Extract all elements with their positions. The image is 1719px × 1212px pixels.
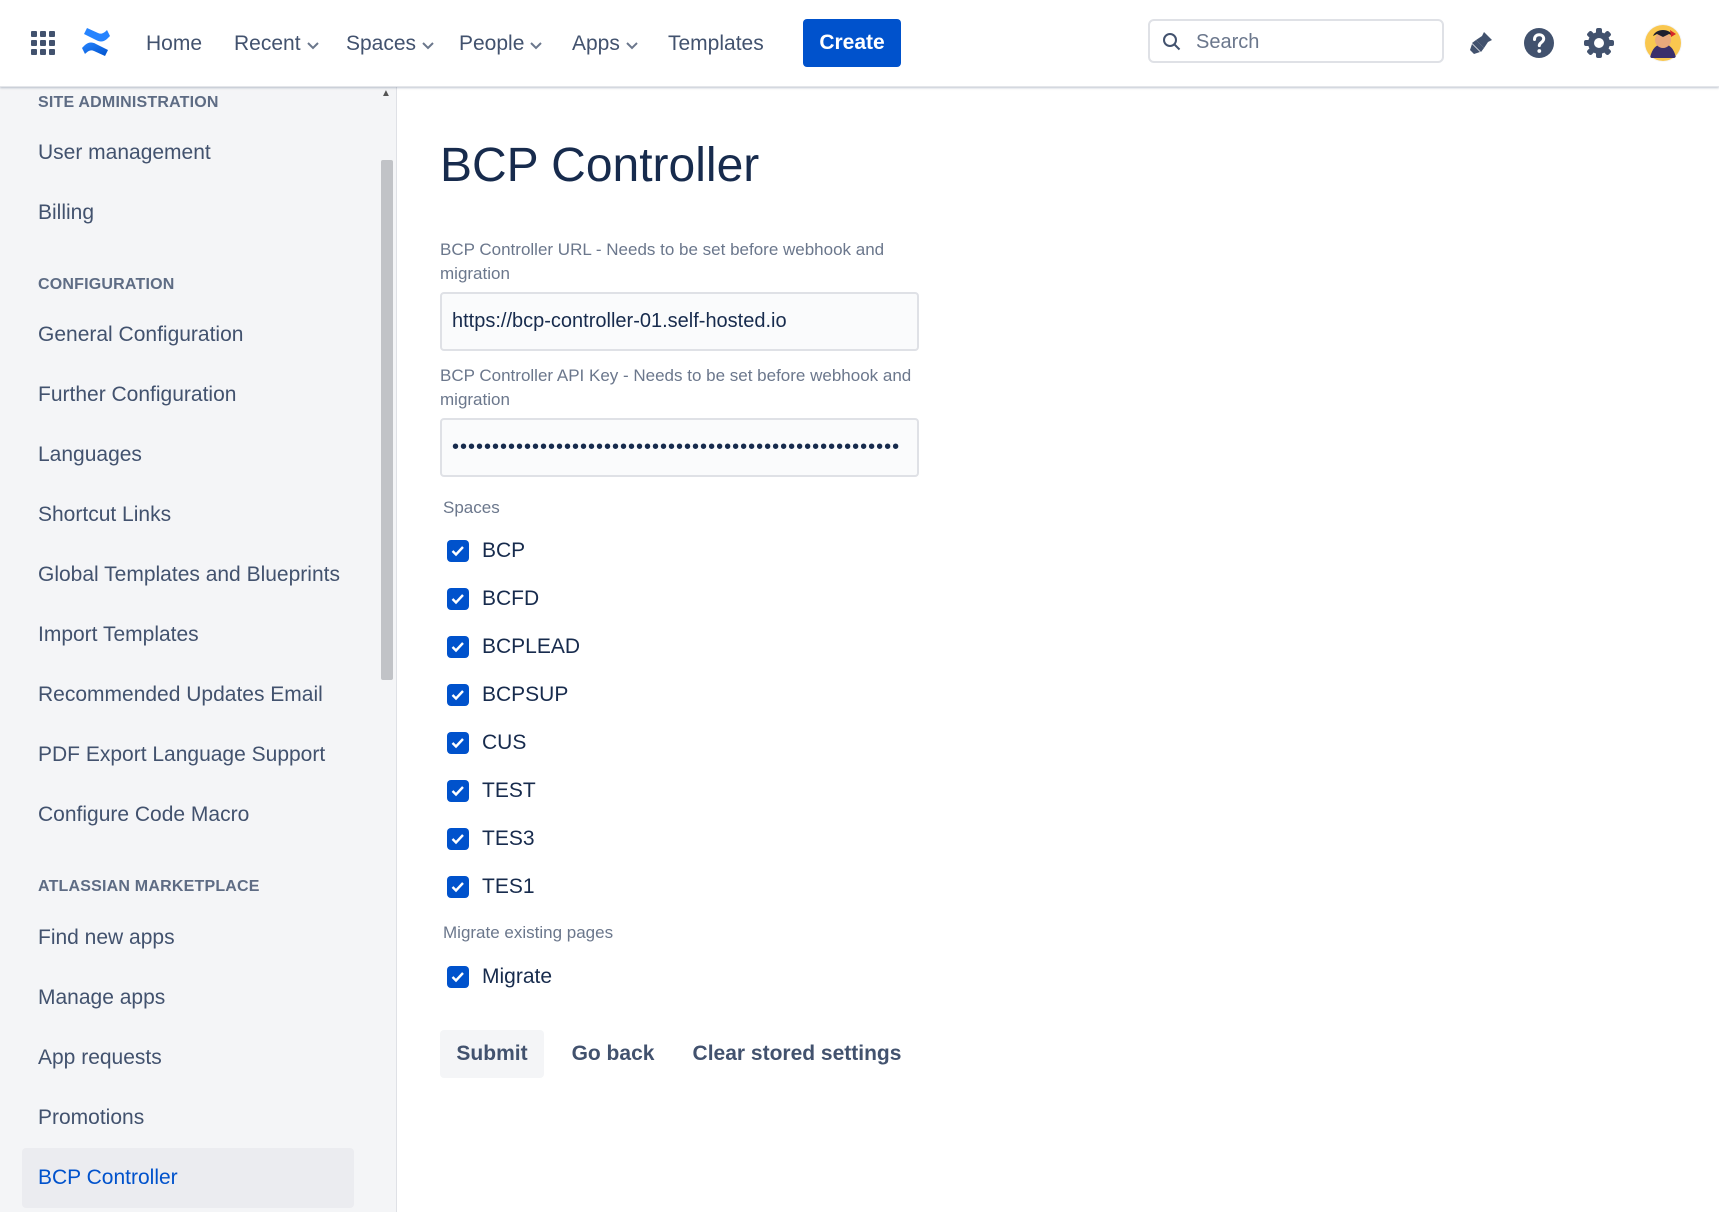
sidebar-item-configure-code-macro[interactable]: Configure Code Macro [22, 785, 354, 845]
create-button[interactable]: Create [803, 19, 901, 67]
sidebar-item-user-management[interactable]: User management [22, 123, 354, 183]
nav-apps-dropdown[interactable]: Apps [572, 30, 638, 58]
sidebar-item-languages[interactable]: Languages [22, 425, 354, 485]
sidebar-heading-atlassian-marketplace: ATLASSIAN MARKETPLACE [38, 878, 260, 895]
nav-people-label: People [459, 32, 525, 55]
notifications-icon[interactable] [1464, 26, 1498, 60]
nav-templates[interactable]: Templates [668, 30, 764, 58]
checkbox-checked-icon[interactable] [447, 684, 469, 706]
sidebar-item-general-configuration[interactable]: General Configuration [22, 305, 354, 365]
nav-home-label: Home [146, 32, 203, 55]
checkbox-checked-icon[interactable] [447, 966, 469, 988]
nav-people-dropdown[interactable]: People [459, 30, 543, 58]
sidebar-item-bcp-controller[interactable]: BCP Controller [22, 1148, 354, 1208]
chevron-down-icon [306, 30, 319, 58]
chevron-down-icon [530, 30, 543, 58]
sidebar-item-recommended-updates-email[interactable]: Recommended Updates Email [22, 665, 354, 725]
sidebar-item-app-requests[interactable]: App requests [22, 1028, 354, 1088]
sidebar-item-manage-apps[interactable]: Manage apps [22, 968, 354, 1028]
sidebar-item-find-new-apps[interactable]: Find new apps [22, 908, 354, 968]
nav-recent-label: Recent [234, 32, 301, 55]
search-icon [1163, 33, 1181, 51]
migrate-option-label: Migrate [482, 965, 553, 988]
bcp-controller-api-key-input[interactable] [440, 418, 919, 477]
sidebar-item-shortcut-links[interactable]: Shortcut Links [22, 485, 354, 545]
sidebar-item-import-templates[interactable]: Import Templates [22, 605, 354, 665]
nav-recent-dropdown[interactable]: Recent [234, 30, 319, 58]
space-label: TES3 [482, 827, 535, 850]
chevron-down-icon [422, 30, 434, 58]
sidebar-heading-configuration: CONFIGURATION [38, 276, 175, 293]
checkbox-checked-icon[interactable] [447, 780, 469, 802]
nav-spaces-label: Spaces [346, 32, 417, 55]
sidebar-scrollbar-thumb[interactable] [381, 160, 393, 680]
app-switcher-icon[interactable] [30, 30, 56, 56]
checkbox-checked-icon[interactable] [447, 540, 469, 562]
space-label: TEST [482, 779, 536, 802]
sidebar-item-promotions[interactable]: Promotions [22, 1088, 354, 1148]
checkbox-checked-icon[interactable] [447, 828, 469, 850]
nav-apps-label: Apps [572, 32, 620, 55]
api-key-field-label: BCP Controller API Key - Needs to be set… [440, 366, 912, 409]
settings-icon[interactable] [1582, 26, 1616, 60]
sidebar-item-global-templates[interactable]: Global Templates and Blueprints [22, 545, 354, 605]
spaces-label: Spaces [443, 498, 500, 517]
space-label: BCFD [482, 587, 540, 610]
nav-spaces-dropdown[interactable]: Spaces [346, 30, 434, 58]
sidebar-item-further-configuration[interactable]: Further Configuration [22, 365, 354, 425]
checkbox-checked-icon[interactable] [447, 876, 469, 898]
search-input[interactable] [1194, 27, 1428, 57]
space-label: BCPSUP [482, 683, 569, 706]
migrate-existing-pages-label: Migrate existing pages [443, 923, 614, 942]
checkbox-checked-icon[interactable] [447, 636, 469, 658]
submit-button[interactable]: Submit [440, 1030, 544, 1078]
sidebar-item-billing[interactable]: Billing [22, 183, 354, 243]
checkbox-checked-icon[interactable] [447, 732, 469, 754]
help-icon[interactable] [1522, 26, 1556, 60]
chevron-down-icon [626, 30, 638, 58]
space-label: TES1 [482, 875, 535, 898]
nav-home[interactable]: Home [146, 30, 202, 58]
scroll-up-arrow-icon[interactable]: ▲ [381, 88, 391, 99]
space-label: BCP [482, 539, 526, 562]
sidebar-divider [396, 86, 397, 1212]
sidebar-item-pdf-export-language[interactable]: PDF Export Language Support [22, 725, 354, 785]
checkbox-checked-icon[interactable] [447, 588, 469, 610]
sidebar-heading-site-administration: SITE ADMINISTRATION [38, 94, 219, 111]
page-title: BCP Controller [440, 139, 760, 192]
bcp-controller-url-input[interactable] [440, 292, 919, 351]
confluence-logo[interactable] [80, 26, 112, 58]
nav-templates-label: Templates [668, 32, 764, 55]
clear-stored-settings-button[interactable]: Clear stored settings [690, 1030, 904, 1078]
space-label: BCPLEAD [482, 635, 581, 658]
go-back-button[interactable]: Go back [566, 1030, 660, 1078]
avatar[interactable] [1644, 24, 1682, 62]
search-box[interactable] [1148, 19, 1444, 63]
space-label: CUS [482, 731, 527, 754]
top-navigation: Home Recent Spaces People Apps Templates… [0, 0, 1719, 87]
url-field-label: BCP Controller URL - Needs to be set bef… [440, 240, 885, 283]
